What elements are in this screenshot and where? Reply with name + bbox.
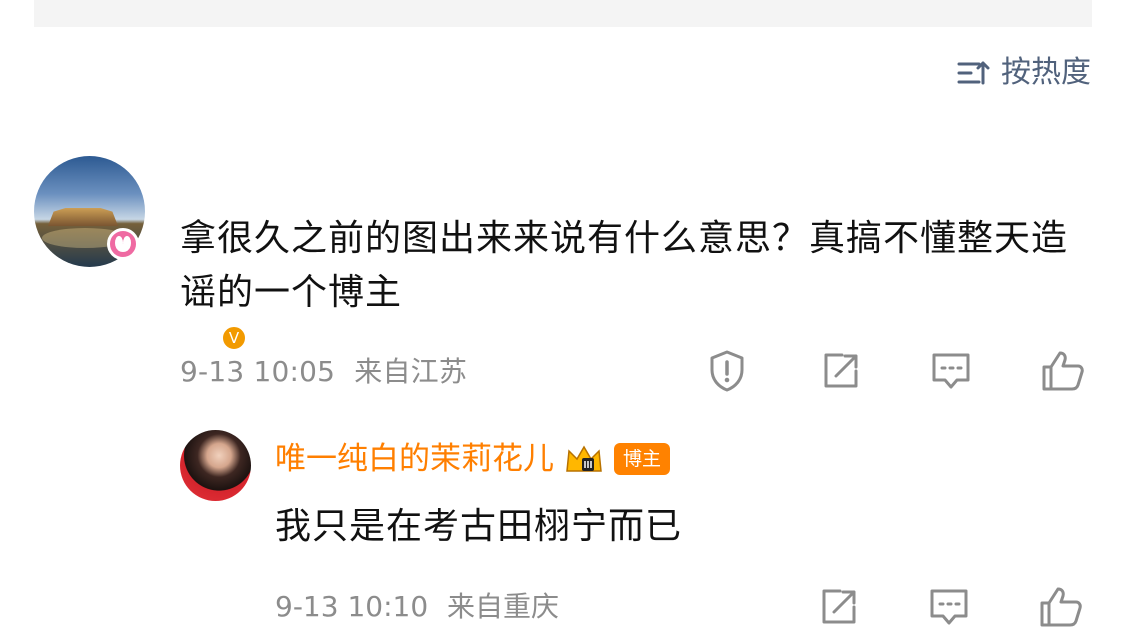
comment-actions <box>702 346 1094 396</box>
like-icon <box>1040 587 1082 627</box>
reply-share-button[interactable] <box>814 582 864 632</box>
share-button[interactable] <box>816 346 866 396</box>
reply-timestamp: 9-13 10:10 <box>275 590 429 623</box>
sort-icon <box>957 61 990 85</box>
like-button[interactable] <box>1038 346 1088 396</box>
share-icon <box>822 589 856 624</box>
author-badge: 博主 <box>614 443 671 475</box>
reply-author-avatar[interactable] <box>180 430 251 501</box>
report-button[interactable] <box>702 346 752 396</box>
comment-text: 拿很久之前的图出来来说有什么意思？真搞不懂整天造谣的一个博主 <box>180 218 1069 313</box>
reply-author-name[interactable]: 唯一纯白的茉莉花儿 <box>275 438 554 480</box>
reply-button[interactable] <box>926 346 976 396</box>
comment-meta: 9-13 10:05 来自江苏 <box>180 352 467 392</box>
share-icon <box>824 353 858 388</box>
like-icon <box>1042 351 1084 391</box>
commenter-name-redacted <box>180 179 384 204</box>
reply-text: 我只是在考古田栩宁而已 <box>275 506 683 547</box>
sort-label: 按热度 <box>1001 55 1091 90</box>
reply-icon <box>932 353 970 389</box>
reply-meta: 9-13 10:10 来自重庆 <box>275 587 559 627</box>
reply-author-row: 唯一纯白的茉莉花儿 博主 <box>275 438 671 480</box>
reply-card: 唯一纯白的茉莉花儿 博主 我只是在考古田栩宁而已 9-13 10:10 来自重庆 <box>180 430 1094 628</box>
comment-card: 拿很久之前的图出来来说有什么意思？真搞不懂整天造谣的一个博主 9-13 10:0… <box>34 156 1094 401</box>
reply-icon <box>930 589 968 625</box>
top-divider-bar <box>34 0 1092 27</box>
crown-badge-icon <box>564 443 604 475</box>
report-icon <box>710 350 744 392</box>
comment-location: 来自江苏 <box>354 355 468 388</box>
sort-by-hot-button[interactable]: 按热度 <box>957 52 1091 94</box>
reply-actions <box>814 582 1096 632</box>
comment-timestamp: 9-13 10:05 <box>180 355 336 388</box>
avatar-building-shape <box>48 208 118 226</box>
reply-like-button[interactable] <box>1036 582 1086 632</box>
reply-location: 来自重庆 <box>447 590 560 623</box>
verified-badge-icon: V <box>220 324 248 352</box>
member-badge-icon <box>107 228 139 260</box>
reply-reply-button[interactable] <box>924 582 974 632</box>
